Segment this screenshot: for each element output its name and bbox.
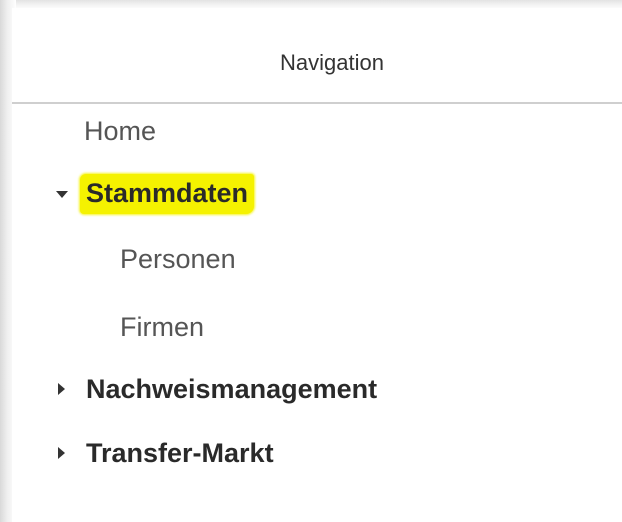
nav-item-stammdaten[interactable]: Stammdaten bbox=[56, 174, 255, 214]
nav-item-stammdaten-label: Stammdaten bbox=[80, 174, 255, 214]
panel-title: Navigation bbox=[280, 50, 384, 75]
nav-item-transfer-markt-label: Transfer-Markt bbox=[86, 438, 274, 468]
caret-right-icon[interactable] bbox=[56, 383, 68, 395]
nav-subitem-personen-label: Personen bbox=[120, 244, 236, 274]
caret-right-icon[interactable] bbox=[56, 447, 68, 459]
nav-subitem-firmen[interactable]: Firmen bbox=[120, 310, 204, 344]
nav-item-home[interactable]: Home bbox=[84, 114, 156, 148]
navigation-frame: Navigation Home Stammdaten Personen Firm… bbox=[0, 0, 622, 522]
nav-subitem-personen[interactable]: Personen bbox=[120, 242, 236, 276]
nav-item-home-label: Home bbox=[84, 116, 157, 146]
navigation-panel: Navigation Home Stammdaten Personen Firm… bbox=[12, 8, 622, 522]
nav-item-nachweismanagement[interactable]: Nachweismanagement bbox=[56, 372, 377, 406]
nav-subitem-firmen-label: Firmen bbox=[120, 312, 205, 342]
caret-down-icon[interactable] bbox=[56, 188, 68, 200]
panel-header: Navigation bbox=[12, 8, 622, 104]
nav-item-nachweismanagement-label: Nachweismanagement bbox=[86, 374, 378, 404]
nav-item-transfer-markt[interactable]: Transfer-Markt bbox=[56, 436, 274, 470]
